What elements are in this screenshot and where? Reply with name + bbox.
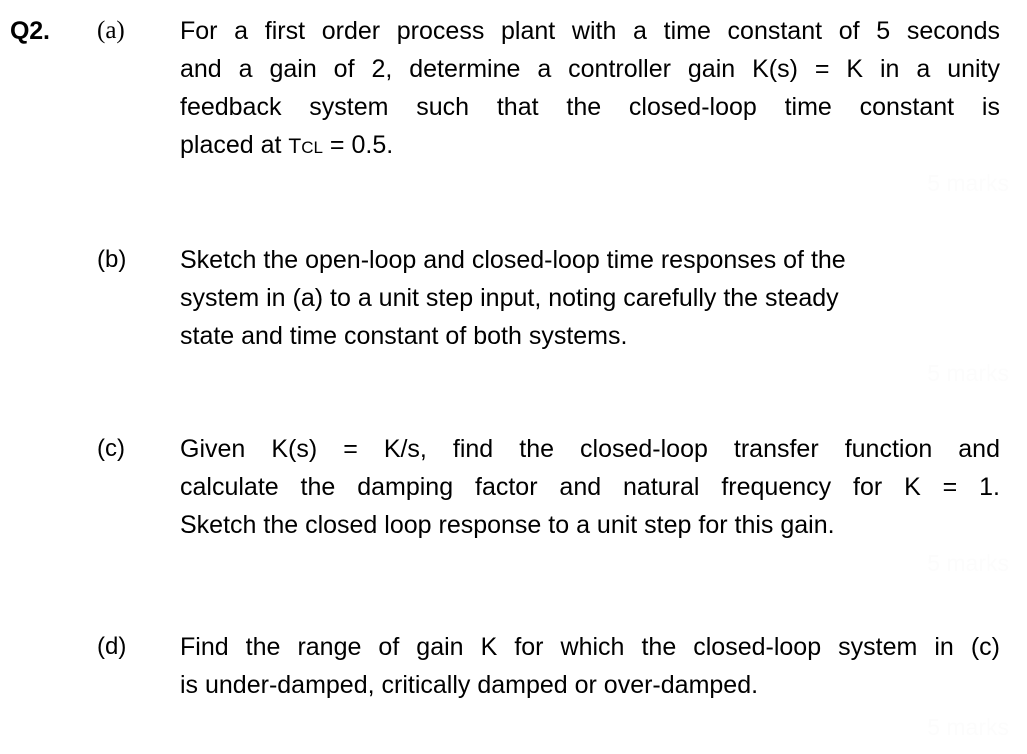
part-b-line-1: Sketch the open-loop and closed-loop tim… — [180, 246, 846, 274]
marks-allocation-c: 5 marks — [927, 550, 1009, 576]
part-label-b: (b) — [97, 246, 127, 273]
part-d-line-2: is under-damped, critically damped or ov… — [180, 671, 759, 699]
part-a-line-3: feedback system such that the closed-loo… — [180, 93, 1000, 121]
part-a-line-4: placed at TCL = 0.5. — [180, 126, 1000, 167]
part-b-line-2: system in (a) to a unit step input, noti… — [180, 284, 839, 312]
part-label-c: (c) — [97, 435, 125, 462]
question-page: Q2. (a) For a first order process plant … — [0, 0, 1027, 754]
part-a-line-2: and a gain of 2, determine a controller … — [180, 55, 1000, 83]
marks-allocation-a: 5 marks — [927, 170, 1009, 196]
part-label-d: (d) — [97, 633, 127, 660]
part-c-line-1: Given K(s) = K/s, find the closed-loop t… — [180, 435, 1000, 463]
time-constant-symbol: TCL — [288, 131, 323, 159]
part-c-text: Given K(s) = K/s, find the closed-loop t… — [180, 430, 1000, 544]
question-number: Q2. — [10, 17, 50, 45]
marks-allocation-b: 5 marks — [927, 360, 1009, 386]
part-b-text: Sketch the open-loop and closed-loop tim… — [180, 241, 1000, 355]
part-a-text: For a first order process plant with a t… — [180, 12, 1000, 167]
part-d-text: Find the range of gain K for which the c… — [180, 628, 1000, 704]
part-a-line-4-prefix: placed at — [180, 131, 289, 159]
part-b-line-3: state and time constant of both systems. — [180, 322, 628, 350]
part-a-line-4-suffix: = 0.5. — [322, 131, 394, 159]
part-a-line-1: For a first order process plant with a t… — [180, 17, 1000, 45]
part-c-line-3: Sketch the closed loop response to a uni… — [180, 511, 835, 539]
tau-glyph: T — [288, 135, 302, 158]
marks-allocation-d: 5 marks — [927, 714, 1009, 740]
part-c-line-2: calculate the damping factor and natural… — [180, 473, 1000, 501]
part-label-a: (a) — [97, 17, 125, 44]
part-d-line-1: Find the range of gain K for which the c… — [180, 633, 1000, 661]
tau-subscript: CL — [301, 138, 323, 157]
